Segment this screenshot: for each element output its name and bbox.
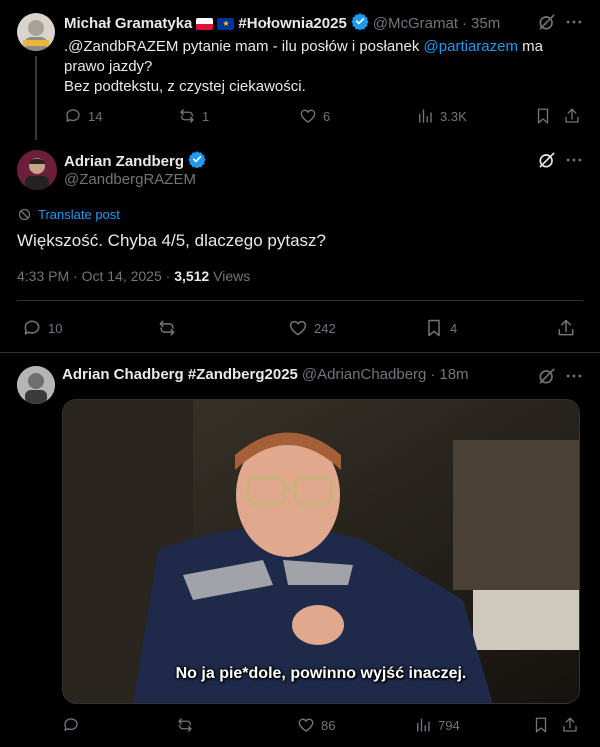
author-hashtag[interactable]: #Hołownia2025	[238, 15, 346, 32]
views-button[interactable]: 3.3K	[416, 107, 467, 125]
more-icon	[566, 20, 582, 24]
share-button[interactable]	[556, 318, 576, 338]
section-divider	[0, 352, 600, 353]
gif-subtitle: No ja pie*dole, powinno wyjść inaczej.	[175, 665, 467, 682]
like-button[interactable]: 6	[299, 107, 330, 125]
verified-icon	[188, 150, 206, 173]
views-label: Views	[209, 268, 251, 284]
translate-icon	[18, 208, 31, 221]
views-icon	[419, 109, 432, 123]
more-icon	[566, 374, 582, 378]
gif-media[interactable]: No ja pie*dole, powinno wyjść inaczej.	[62, 399, 580, 704]
share-icon	[558, 319, 574, 336]
reply-icon	[24, 320, 40, 335]
reply-count: 14	[88, 108, 103, 124]
author-handle[interactable]: @ZandbergRAZEM	[64, 171, 196, 188]
author-name[interactable]: Michał Gramatyka	[64, 15, 192, 32]
reply-icon	[66, 109, 80, 122]
post-time[interactable]: 35m	[471, 15, 500, 32]
bookmark-button[interactable]: 4	[424, 318, 457, 338]
share-button[interactable]	[561, 716, 579, 734]
author-handle[interactable]: @McGramat	[373, 15, 458, 32]
views-count: 3.3K	[440, 108, 467, 124]
more-button[interactable]	[564, 150, 584, 175]
repost-button[interactable]	[157, 318, 177, 338]
thread-line	[35, 56, 37, 140]
tweet-text: Większość. Chyba 4/5, dlaczego pytasz?	[17, 231, 326, 250]
bookmark-button[interactable]	[532, 716, 550, 734]
like-icon	[298, 718, 314, 732]
avatar-chadberg[interactable]	[17, 366, 55, 404]
grok-button[interactable]	[537, 366, 557, 391]
post-time[interactable]: 18m	[439, 366, 468, 383]
bookmark-button[interactable]	[534, 107, 552, 125]
repost-icon	[159, 320, 175, 336]
bookmark-icon	[428, 319, 440, 337]
like-icon	[289, 320, 307, 336]
like-button[interactable]: 86	[297, 716, 335, 734]
tweet-text: .@ZandbRAZEM pytanie mam - ilu posłów i …	[64, 37, 564, 97]
tweet-text-line2: Bez podtekstu, z czystej ciekawości.	[64, 78, 306, 95]
reply-icon	[64, 718, 78, 731]
like-button[interactable]: 242	[288, 318, 336, 338]
repost-button[interactable]	[176, 716, 194, 734]
like-count: 6	[323, 108, 331, 124]
post-meta: 4:33 PM · Oct 14, 2025 · 3,512 Views	[17, 268, 250, 284]
grok-button[interactable]	[537, 150, 557, 175]
grok-icon	[539, 152, 555, 168]
reply-button[interactable]: 10	[22, 318, 62, 338]
reply-button[interactable]: 14	[64, 107, 102, 125]
repost-count: 1	[202, 108, 210, 124]
separator-dot: ·	[430, 366, 436, 383]
bookmark-icon	[535, 717, 547, 733]
poland-flag-icon	[196, 17, 214, 30]
views-count: 794	[438, 717, 460, 733]
separator-dot: ·	[462, 15, 468, 32]
grok-icon	[539, 14, 555, 30]
eu-flag-icon	[217, 17, 235, 30]
reply-count: 10	[48, 320, 63, 336]
tweet-text-part1: .@ZandbRAZEM pytanie mam - ilu posłów i …	[64, 38, 424, 55]
avatar-zandberg[interactable]	[17, 150, 57, 190]
share-button[interactable]	[563, 107, 581, 125]
share-icon	[565, 108, 579, 123]
author-handle[interactable]: @AdrianChadberg	[302, 366, 426, 383]
translate-post-link[interactable]: Translate post	[17, 207, 120, 222]
share-icon	[563, 717, 577, 732]
like-count: 86	[321, 717, 336, 733]
repost-icon	[178, 718, 192, 732]
divider	[17, 300, 583, 301]
author-name[interactable]: Adrian Chadberg #Zandberg2025	[62, 366, 298, 383]
grok-icon	[539, 368, 555, 384]
like-count: 242	[314, 320, 336, 336]
views-icon	[417, 718, 430, 732]
views-button[interactable]: 794	[414, 716, 460, 734]
repost-button[interactable]: 1	[178, 107, 209, 125]
post-timestamp[interactable]: 4:33 PM · Oct 14, 2025 ·	[17, 268, 174, 284]
repost-icon	[180, 109, 194, 123]
bookmark-count: 4	[450, 320, 458, 336]
grok-button[interactable]	[537, 12, 557, 37]
avatar-michal[interactable]	[17, 13, 55, 51]
like-icon	[300, 109, 316, 123]
verified-icon	[351, 12, 369, 35]
gif-frame-image	[63, 400, 579, 703]
mention-link[interactable]: @partiarazem	[424, 38, 518, 55]
bookmark-icon	[537, 108, 549, 124]
more-button[interactable]	[564, 366, 584, 391]
views-count: 3,512	[174, 268, 210, 284]
more-button[interactable]	[564, 12, 584, 37]
author-name[interactable]: Adrian Zandberg	[64, 153, 184, 170]
reply-button[interactable]	[62, 716, 80, 734]
translate-label[interactable]: Translate post	[38, 207, 120, 222]
more-icon	[566, 158, 582, 162]
